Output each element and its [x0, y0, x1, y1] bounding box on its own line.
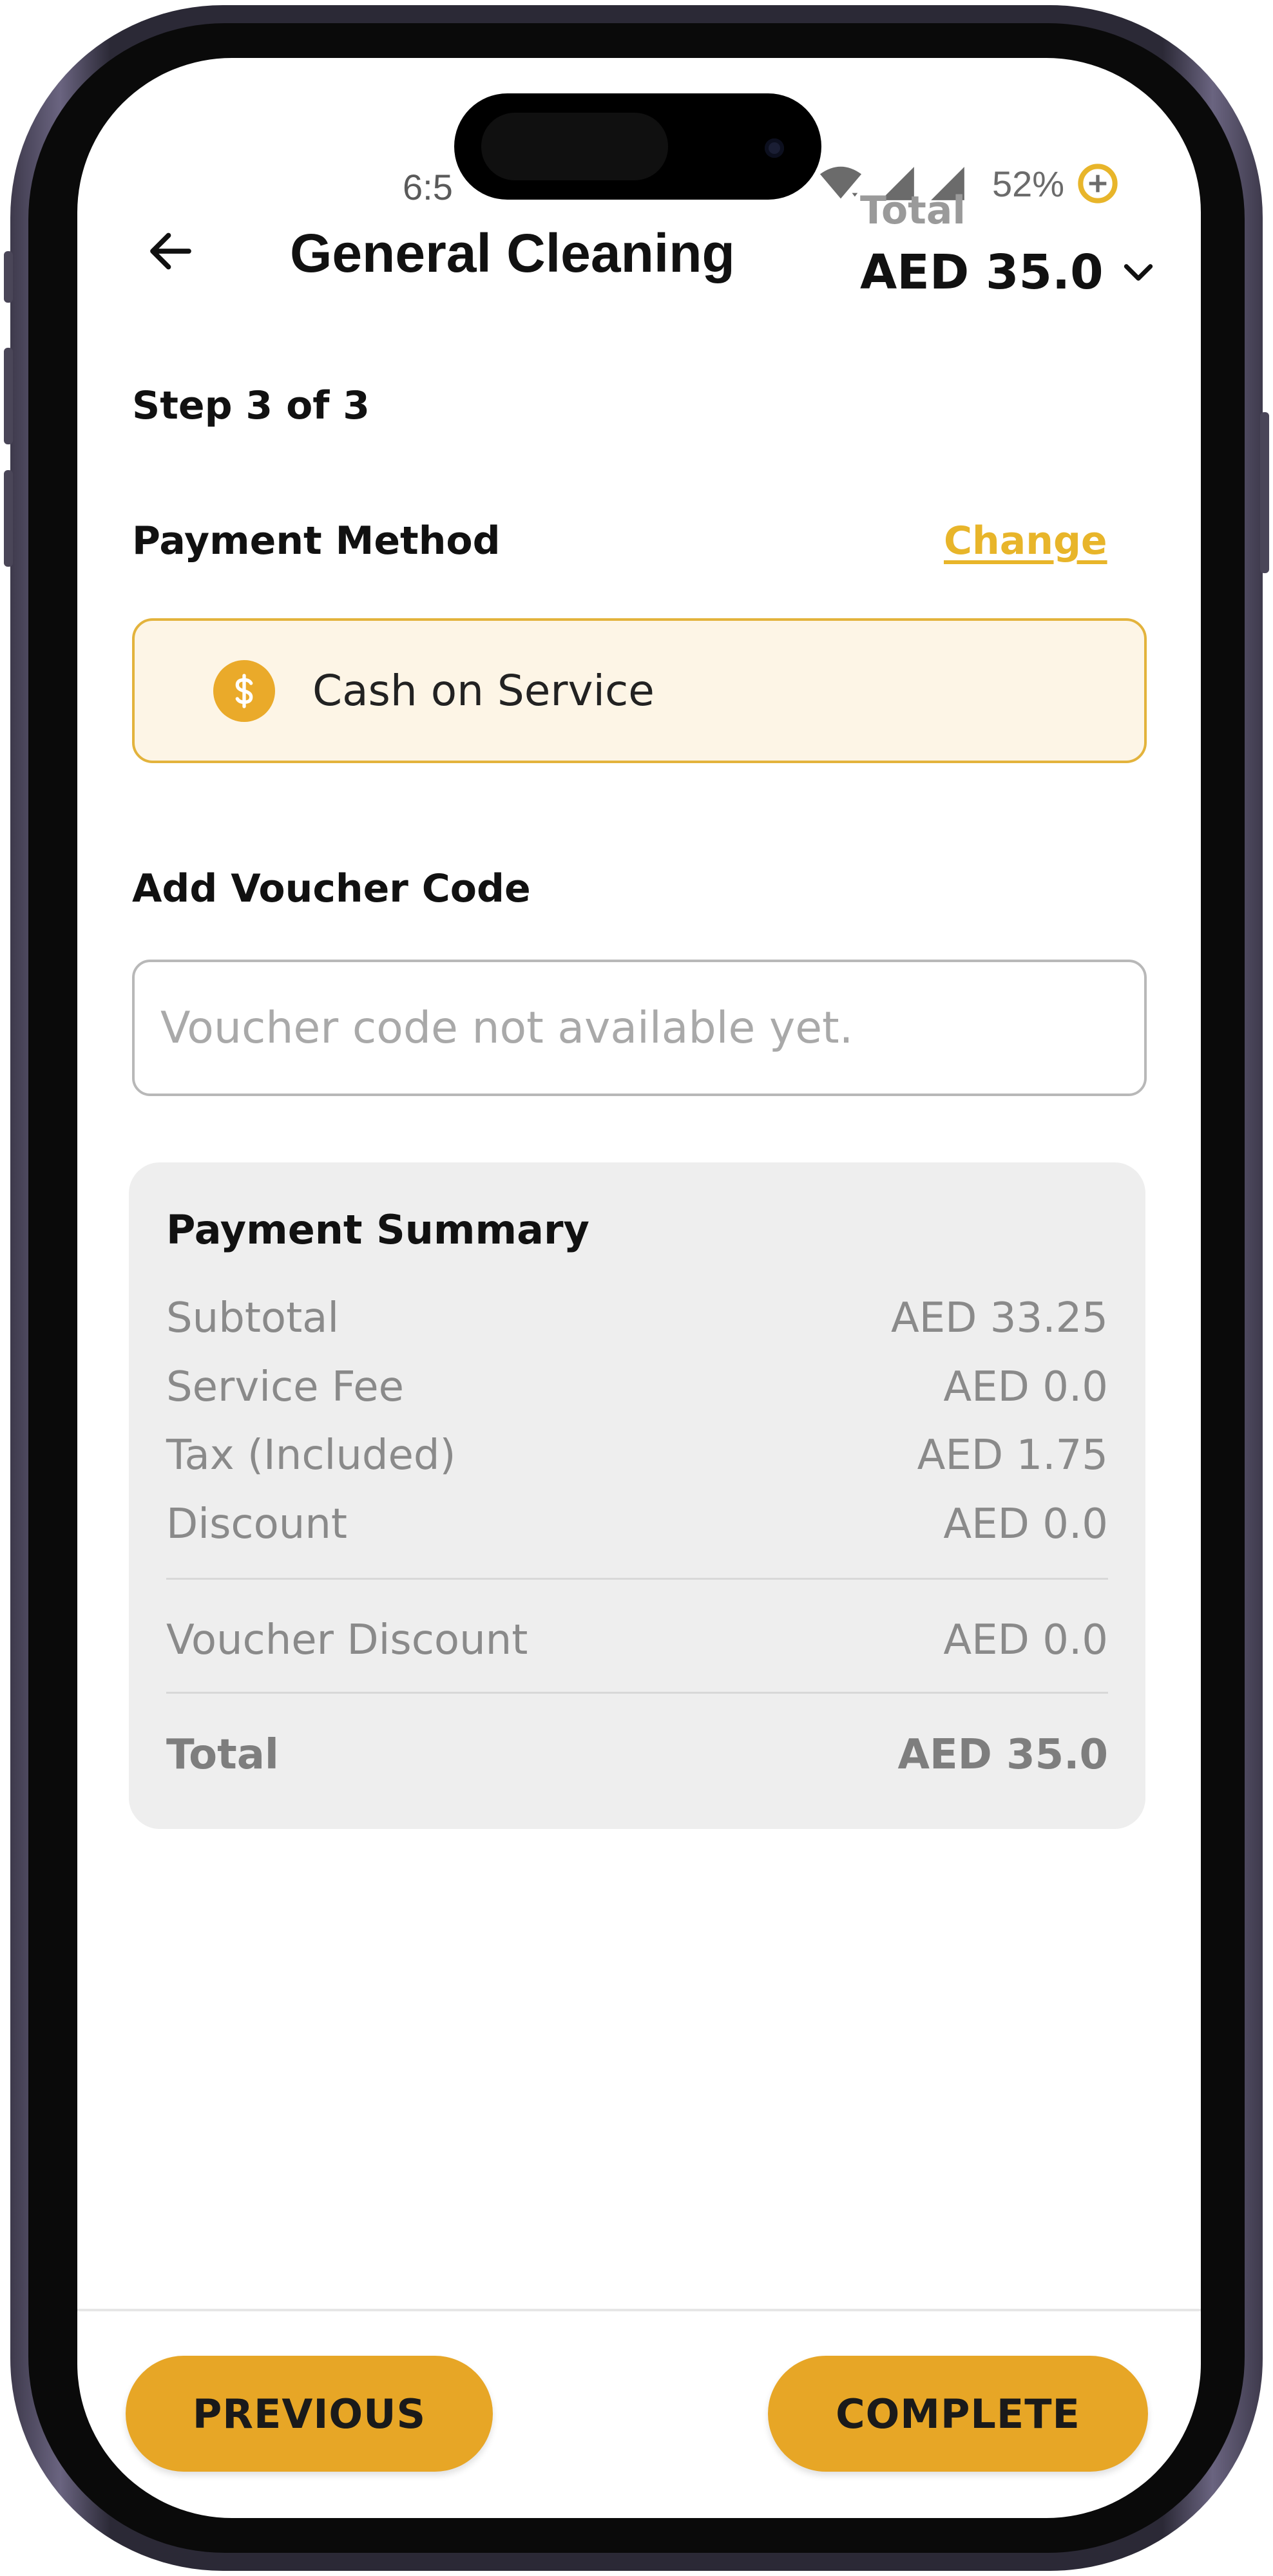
side-button-volume-up [4, 348, 13, 444]
side-button-silent [4, 251, 13, 303]
summary-label: Subtotal [166, 1294, 340, 1342]
summary-value: AED 0.0 [943, 1616, 1108, 1664]
battery-percent: 52% [992, 163, 1065, 204]
payment-method-card[interactable]: Cash on Service [132, 618, 1147, 763]
status-time: 6:5 [403, 167, 453, 207]
summary-row-subtotal: Subtotal AED 33.25 [166, 1294, 1108, 1342]
summary-row-service-fee: Service Fee AED 0.0 [166, 1363, 1108, 1411]
summary-row-tax: Tax (Included) AED 1.75 [166, 1432, 1108, 1479]
summary-total-value: AED 35.0 [897, 1731, 1108, 1779]
summary-row-voucher-discount: Voucher Discount AED 0.0 [166, 1616, 1108, 1664]
summary-label: Discount [166, 1501, 347, 1548]
header-total-value: AED 35.0 [860, 245, 1104, 300]
summary-label: Voucher Discount [166, 1616, 528, 1664]
summary-row-total: Total AED 35.0 [166, 1731, 1108, 1779]
step-indicator: Step 3 of 3 [132, 383, 370, 428]
payment-method-value: Cash on Service [312, 666, 655, 715]
footer-divider [77, 2309, 1201, 2311]
arrow-left-icon [150, 232, 191, 270]
side-button-volume-down [4, 470, 13, 567]
change-payment-link[interactable]: Change [944, 518, 1107, 564]
payment-summary-title: Payment Summary [166, 1206, 589, 1253]
wifi-icon [819, 166, 862, 199]
summary-row-discount: Discount AED 0.0 [166, 1501, 1108, 1548]
summary-divider [166, 1692, 1108, 1694]
summary-value: AED 1.75 [917, 1432, 1108, 1479]
battery-saver-icon [1078, 164, 1118, 204]
header-total-label: Total [860, 188, 966, 233]
summary-divider [166, 1578, 1108, 1580]
app-screen: 6:5 52% General Cleaning Total AED 35.0 [77, 58, 1201, 2518]
payment-summary-card: Payment Summary Subtotal AED 33.25 Servi… [129, 1162, 1145, 1829]
summary-value: AED 33.25 [890, 1294, 1108, 1342]
summary-label: Tax (Included) [166, 1432, 456, 1479]
dynamic-island [454, 93, 821, 200]
chevron-down-icon [1124, 264, 1153, 281]
voucher-label: Add Voucher Code [132, 866, 531, 911]
total-dropdown[interactable]: AED 35.0 [860, 245, 1156, 300]
voucher-code-input[interactable] [132, 960, 1147, 1096]
complete-button[interactable]: COMPLETE [768, 2356, 1148, 2472]
summary-label: Service Fee [166, 1363, 404, 1411]
previous-button[interactable]: PREVIOUS [126, 2356, 493, 2472]
dollar-coin-icon [213, 659, 275, 722]
back-button[interactable] [135, 216, 206, 287]
page-title: General Cleaning [290, 223, 735, 283]
summary-value: AED 0.0 [943, 1363, 1108, 1411]
side-button-power [1260, 412, 1269, 573]
summary-total-label: Total [166, 1731, 279, 1779]
payment-method-label: Payment Method [132, 518, 501, 564]
camera-icon [765, 138, 784, 158]
summary-value: AED 0.0 [943, 1501, 1108, 1548]
